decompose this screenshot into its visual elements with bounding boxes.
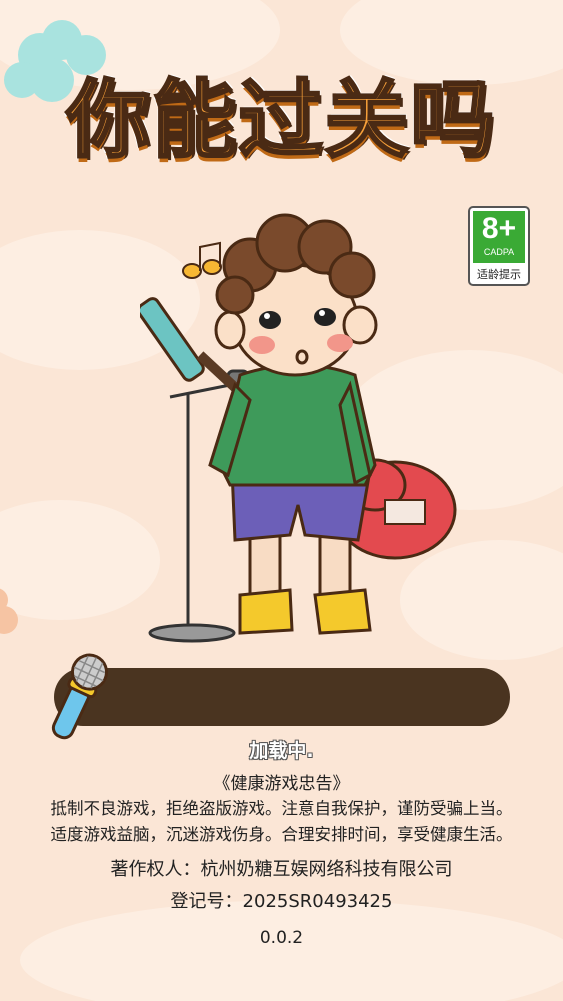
- age-rating-badge: 8+ CADPA 适龄提示: [468, 206, 530, 286]
- legs: [238, 523, 372, 635]
- health-notice-line: 适度游戏益脑，沉迷游戏伤身。合理安排时间，享受健康生活。: [50, 825, 513, 844]
- loading-text: 加载中.: [249, 740, 314, 762]
- music-note-icon: [182, 241, 222, 279]
- character-illustration: [140, 213, 457, 643]
- game-title: 你能过关吗: [65, 71, 497, 169]
- copyright-holder: 著作权人：杭州奶糖互娱网络科技有限公司: [110, 859, 453, 880]
- version-number: 0.0.2: [259, 928, 304, 948]
- health-notice-line: 抵制不良游戏，拒绝盗版游戏。注意自我保护，谨防受骗上当。: [50, 799, 513, 818]
- microphone-icon: [51, 653, 109, 740]
- age-rating-tip: 适龄提示: [477, 268, 521, 281]
- age-rating-org: CADPA: [483, 247, 515, 257]
- age-rating-number: 8+: [481, 212, 517, 245]
- loading-progress-bar: [54, 668, 510, 726]
- age-rating-box: 8+ CADPA: [473, 211, 525, 263]
- registration-number: 登记号：2025SR0493425: [170, 891, 393, 912]
- health-notice-title: 《健康游戏忠告》: [213, 774, 350, 794]
